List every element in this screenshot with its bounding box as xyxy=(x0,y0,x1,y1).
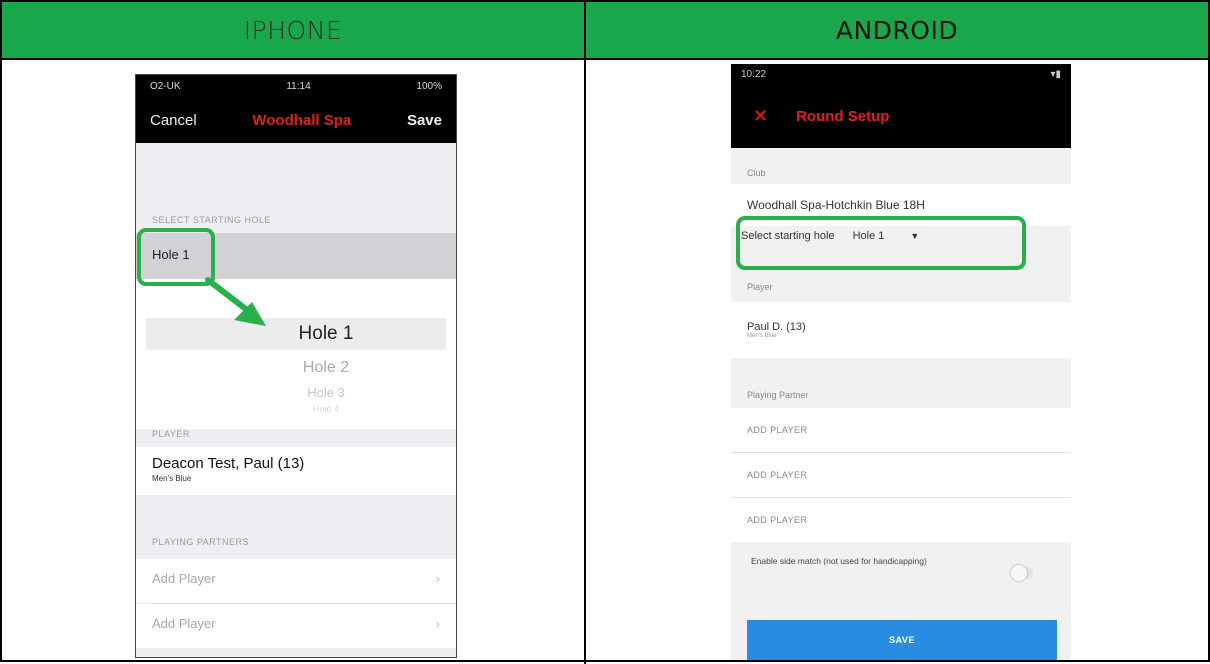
player-name: Paul D. (13) xyxy=(747,321,806,333)
side-match-label: Enable side match (not used for handicap… xyxy=(751,556,927,566)
label-club: Club xyxy=(747,168,766,178)
add-player-label: ADD PLAYER xyxy=(747,425,808,435)
save-button[interactable]: SAVE xyxy=(747,620,1057,660)
android-screen: 10:22 ▾▮ ✕ Round Setup Club Woodhall Spa… xyxy=(731,64,1071,660)
status-time: 10:22 xyxy=(741,68,767,80)
add-player-row[interactable]: ADD PLAYER xyxy=(731,453,1071,497)
toolbar-title: Round Setup xyxy=(796,107,890,125)
player-tee: Men's Blue xyxy=(747,333,777,339)
close-icon[interactable]: ✕ xyxy=(753,106,768,127)
label-playing-partner: Playing Partner xyxy=(747,390,809,400)
android-toolbar: ✕ Round Setup xyxy=(731,84,1071,148)
add-player-row[interactable]: ADD PLAYER xyxy=(731,498,1071,542)
club-name: Woodhall Spa-Hotchkin Blue 18H xyxy=(747,198,925,212)
label-player: Player xyxy=(747,282,773,292)
add-player-label: ADD PLAYER xyxy=(747,515,808,525)
player-row[interactable]: Paul D. (13) Men's Blue xyxy=(731,302,1071,358)
highlight-box xyxy=(736,216,1026,270)
add-player-row[interactable]: ADD PLAYER xyxy=(731,408,1071,452)
side-match-toggle[interactable] xyxy=(1011,565,1033,581)
add-player-label: ADD PLAYER xyxy=(747,470,808,480)
signal-icon: ▾▮ xyxy=(1050,68,1061,80)
android-status-bar: 10:22 ▾▮ xyxy=(731,64,1071,84)
